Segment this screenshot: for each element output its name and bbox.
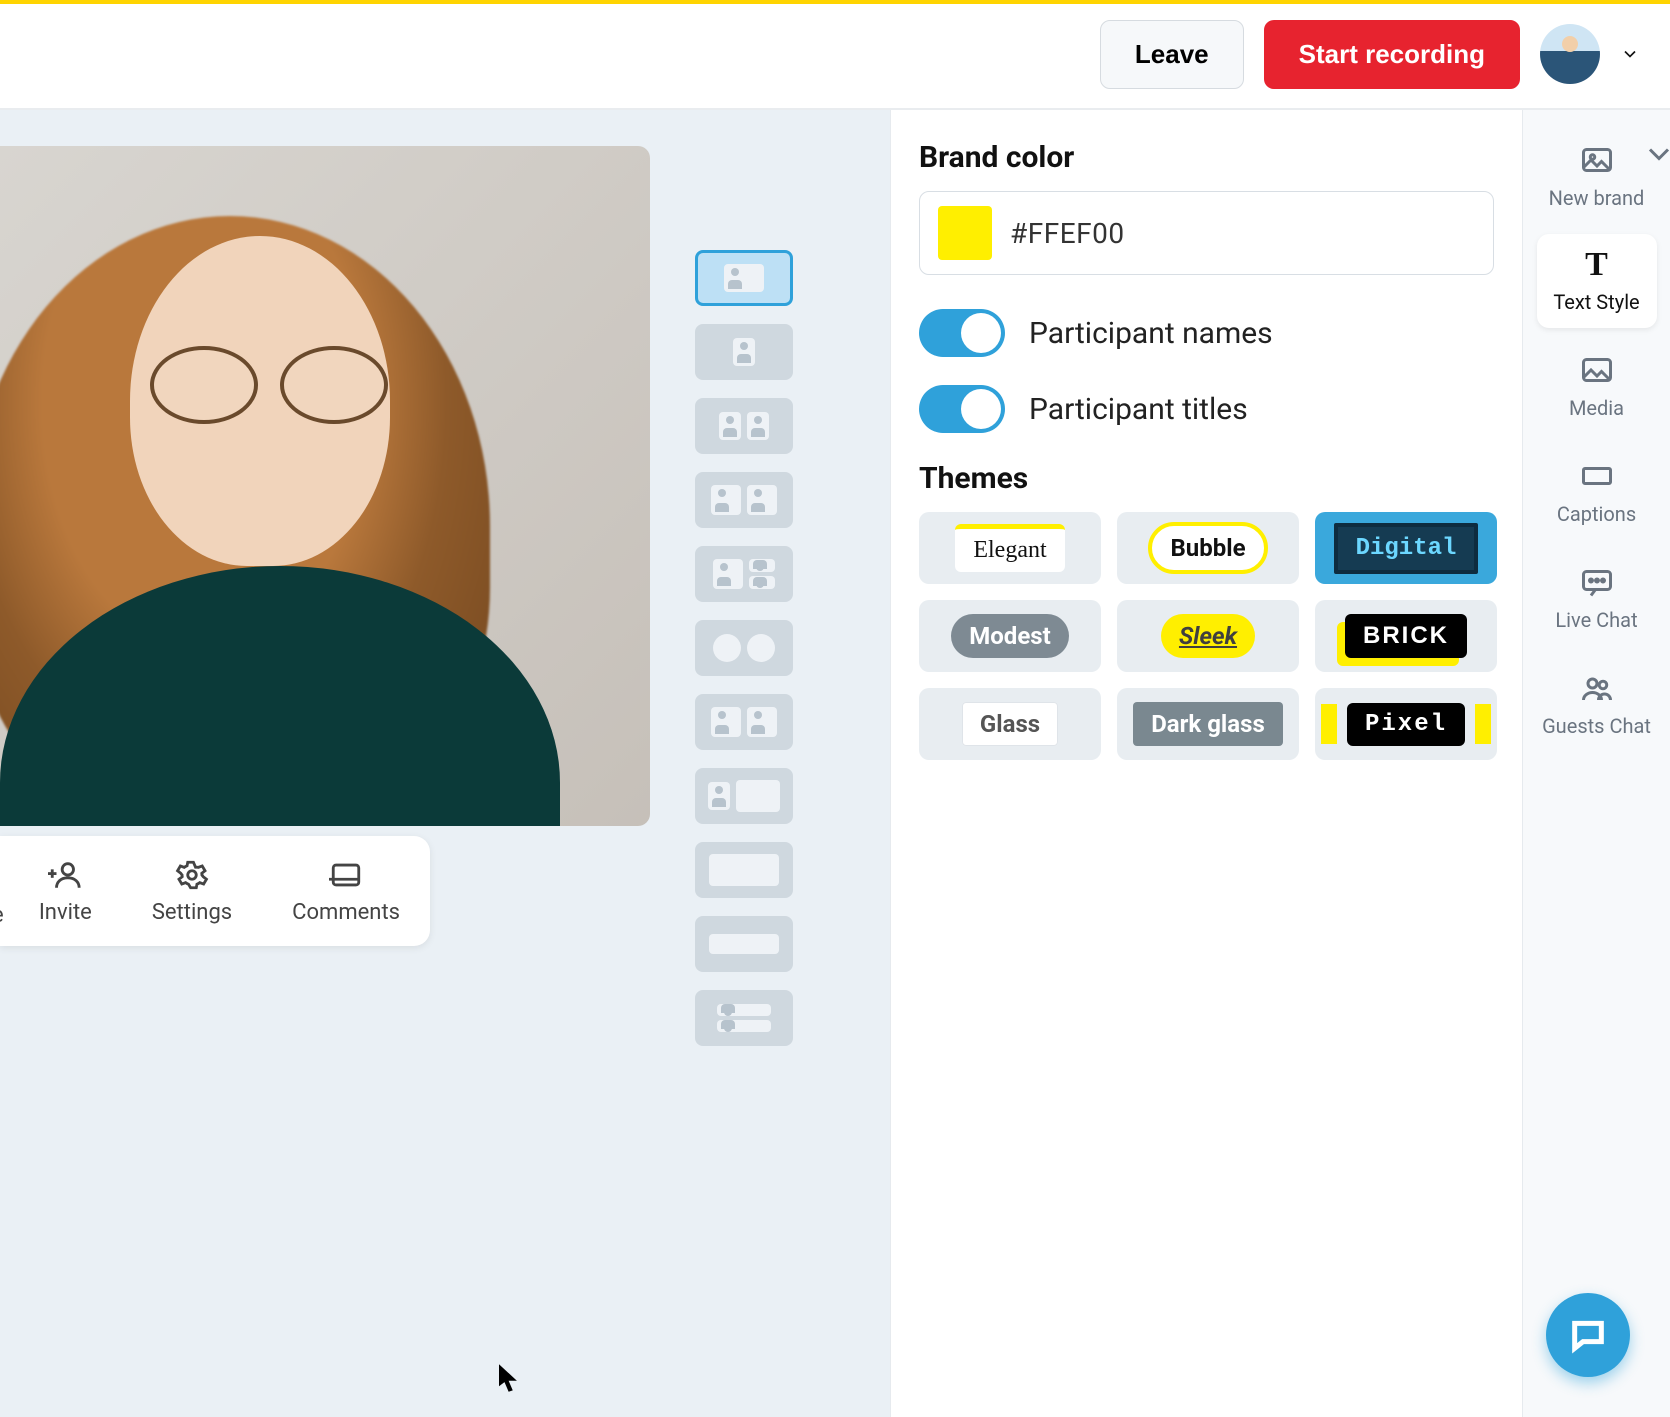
- rail-captions-label: Captions: [1557, 502, 1636, 526]
- comments-button[interactable]: Comments: [292, 858, 400, 925]
- person-plus-icon: [48, 858, 82, 892]
- participant-titles-label: Participant titles: [1029, 392, 1248, 427]
- theme-modest[interactable]: Modest: [919, 600, 1101, 672]
- rail-text-style-label: Text Style: [1553, 290, 1639, 314]
- layout-two-large[interactable]: [695, 472, 793, 528]
- text-style-icon: T: [1585, 248, 1608, 282]
- help-chat-button[interactable]: [1546, 1293, 1630, 1377]
- brand-color-heading: Brand color: [919, 140, 1494, 175]
- comments-icon: [329, 858, 363, 892]
- media-icon: [1579, 352, 1615, 388]
- gear-icon: [175, 858, 209, 892]
- rail-captions[interactable]: Captions: [1537, 444, 1657, 540]
- layout-single[interactable]: [695, 250, 793, 306]
- theme-digital[interactable]: Digital: [1315, 512, 1497, 584]
- theme-bubble[interactable]: Bubble: [1117, 512, 1299, 584]
- brand-settings-panel: Brand color #FFEF00 Participant names Pa…: [890, 110, 1522, 1417]
- rail-new-brand[interactable]: New brand: [1537, 128, 1657, 224]
- theme-sleek[interactable]: Sleek: [1117, 600, 1299, 672]
- themes-heading: Themes: [919, 461, 1494, 496]
- brand-color-value: #FFEF00: [1010, 217, 1125, 250]
- rail-guests-chat-label: Guests Chat: [1542, 714, 1651, 738]
- chevron-down-icon: [1641, 136, 1655, 150]
- rail-new-brand-label: New brand: [1549, 186, 1645, 210]
- settings-button[interactable]: Settings: [152, 858, 232, 925]
- participant-names-label: Participant names: [1029, 316, 1273, 351]
- layout-single-small[interactable]: [695, 324, 793, 380]
- leave-button[interactable]: Leave: [1100, 20, 1244, 89]
- rail-live-chat-label: Live Chat: [1555, 608, 1637, 632]
- layout-stacked[interactable]: [695, 990, 793, 1046]
- mouse-cursor-icon: [499, 1364, 521, 1396]
- settings-label: Settings: [152, 900, 232, 925]
- layout-pip[interactable]: [695, 768, 793, 824]
- brand-color-input[interactable]: #FFEF00: [919, 191, 1494, 275]
- color-swatch[interactable]: [938, 206, 992, 260]
- chat-icon: [1579, 564, 1615, 600]
- user-menu-chevron-icon[interactable]: [1620, 44, 1640, 64]
- participant-video: [0, 146, 650, 826]
- rail-media[interactable]: Media: [1537, 338, 1657, 434]
- layout-side-by-side[interactable]: [695, 694, 793, 750]
- participant-names-toggle[interactable]: [919, 309, 1005, 357]
- comments-label: Comments: [292, 900, 400, 925]
- stage-area: e Invite Settings Comments: [0, 110, 890, 1417]
- layout-one-plus-two[interactable]: [695, 546, 793, 602]
- layout-circles[interactable]: [695, 620, 793, 676]
- theme-pixel[interactable]: Pixel: [1315, 688, 1497, 760]
- image-icon: [1579, 142, 1615, 178]
- right-rail: New brand T Text Style Media Captions Li…: [1522, 110, 1670, 1417]
- layout-presets-column: [695, 250, 805, 1046]
- invite-label: Invite: [39, 900, 92, 925]
- stage-controls-bar: e Invite Settings Comments: [0, 836, 430, 946]
- layout-lower-third[interactable]: [695, 916, 793, 972]
- captions-icon: [1579, 458, 1615, 494]
- rail-text-style[interactable]: T Text Style: [1537, 234, 1657, 328]
- truncated-control-label: e: [0, 903, 4, 928]
- people-icon: [1579, 670, 1615, 706]
- themes-grid: Elegant Bubble Digital Modest Sleek BRIC…: [919, 512, 1494, 760]
- theme-brick[interactable]: BRICK: [1315, 600, 1497, 672]
- theme-dark-glass[interactable]: Dark glass: [1117, 688, 1299, 760]
- rail-live-chat[interactable]: Live Chat: [1537, 550, 1657, 646]
- rail-media-label: Media: [1569, 396, 1624, 420]
- invite-button[interactable]: Invite: [39, 858, 92, 925]
- theme-glass[interactable]: Glass: [919, 688, 1101, 760]
- layout-fullscreen[interactable]: [695, 842, 793, 898]
- rail-guests-chat[interactable]: Guests Chat: [1537, 656, 1657, 752]
- layout-two-row[interactable]: [695, 398, 793, 454]
- participant-titles-toggle[interactable]: [919, 385, 1005, 433]
- start-recording-button[interactable]: Start recording: [1264, 20, 1520, 89]
- theme-elegant[interactable]: Elegant: [919, 512, 1101, 584]
- speech-bubble-icon: [1568, 1315, 1608, 1355]
- top-header: Leave Start recording: [0, 0, 1670, 110]
- user-avatar[interactable]: [1540, 24, 1600, 84]
